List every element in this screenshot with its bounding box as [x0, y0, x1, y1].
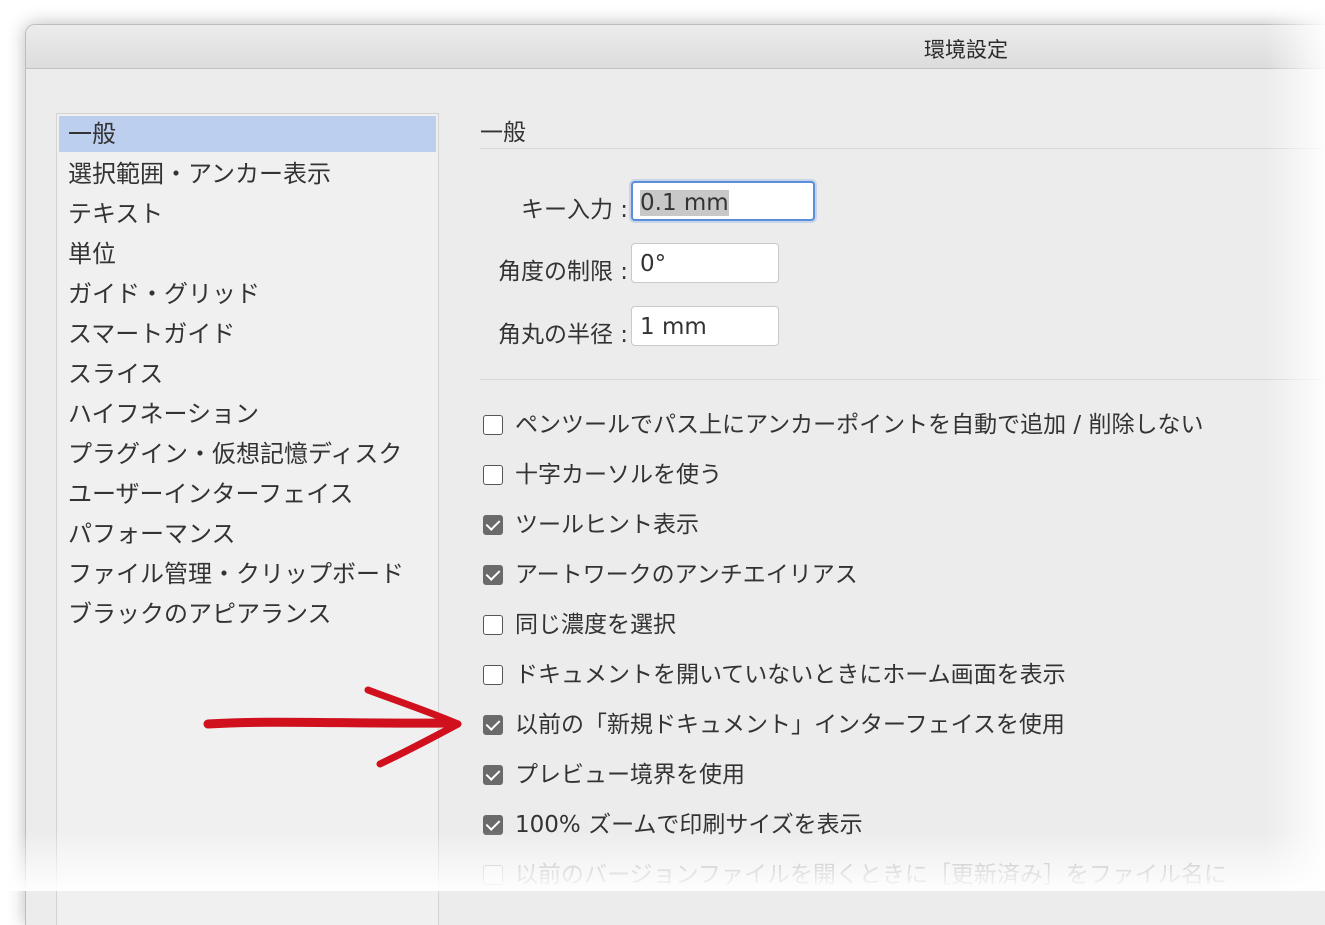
checkbox-label: 十字カーソルを使う [515, 462, 722, 488]
checkbox-label: アートワークのアンチエイリアス [515, 562, 858, 588]
checkbox-checked[interactable] [483, 815, 503, 835]
keyboard-increment-label: キー入力 : [520, 197, 628, 223]
sidebar-item-selection-anchor[interactable]: 選択範囲・アンカー表示 [57, 154, 438, 194]
constrain-angle-label: 角度の制限 : [497, 259, 628, 285]
sidebar-item-plugins-scratch-disks[interactable]: プラグイン・仮想記憶ディスク [57, 434, 438, 474]
sidebar-item-smart-guides[interactable]: スマートガイド [57, 314, 438, 354]
section-divider [480, 148, 1325, 149]
checkbox[interactable] [483, 415, 503, 435]
checkbox-checked[interactable] [483, 515, 503, 535]
red-annotation-arrow-icon [203, 686, 462, 768]
checkbox-label: ペンツールでパス上にアンカーポイントを自動で追加 / 削除しない [515, 412, 1204, 438]
preferences-window: 環境設定 一般 選択範囲・アンカー表示 テキスト 単位 ガイド・グリッド スマー… [25, 24, 1325, 925]
window-title: 環境設定 [924, 38, 1008, 62]
keyboard-increment-row: キー入力 : 0.1 mm [480, 181, 880, 223]
sidebar-item-performance[interactable]: パフォーマンス [57, 514, 438, 554]
preferences-category-list: 一般 選択範囲・アンカー表示 テキスト 単位 ガイド・グリッド スマートガイド … [56, 113, 439, 925]
checkbox-label: 以前のバージョンファイルを開くときに［更新済み］をファイル名に [515, 862, 1227, 888]
general-settings-panel: 一般 キー入力 : 0.1 mm 角度の制限 : 0° 角丸の半径 : 1 mm… [480, 113, 1325, 925]
sidebar-item-text[interactable]: テキスト [57, 194, 438, 234]
checkbox[interactable] [483, 465, 503, 485]
fields-divider [480, 379, 1325, 380]
checkbox-checked[interactable] [483, 765, 503, 785]
sidebar-item-hyphenation[interactable]: ハイフネーション [57, 394, 438, 434]
corner-radius-input[interactable]: 1 mm [631, 306, 779, 346]
checkbox-label: 以前の「新規ドキュメント」インターフェイスを使用 [515, 712, 1065, 738]
constrain-angle-input[interactable]: 0° [631, 243, 779, 283]
corner-radius-label: 角丸の半径 : [497, 322, 628, 348]
keyboard-increment-value: 0.1 mm [640, 190, 729, 216]
sidebar-item-units[interactable]: 単位 [57, 234, 438, 274]
title-bar: 環境設定 [26, 25, 1325, 69]
sidebar-item-black-appearance[interactable]: ブラックのアピアランス [57, 594, 438, 634]
checkbox[interactable] [483, 665, 503, 685]
checkbox-label: プレビュー境界を使用 [515, 762, 745, 788]
keyboard-increment-input[interactable]: 0.1 mm [631, 181, 815, 221]
checkbox-label: ツールヒント表示 [515, 512, 699, 538]
section-title: 一般 [480, 120, 526, 146]
sidebar-item-guides-grid[interactable]: ガイド・グリッド [57, 274, 438, 314]
sidebar-item-general[interactable]: 一般 [59, 116, 436, 152]
sidebar-item-slices[interactable]: スライス [57, 354, 438, 394]
sidebar-item-user-interface[interactable]: ユーザーインターフェイス [57, 474, 438, 514]
checkbox[interactable] [483, 615, 503, 635]
constrain-angle-row: 角度の制限 : 0° [480, 243, 880, 285]
checkbox-checked[interactable] [483, 565, 503, 585]
sidebar-item-file-handling-clipboard[interactable]: ファイル管理・クリップボード [57, 554, 438, 594]
checkbox[interactable] [483, 865, 503, 885]
checkbox-checked[interactable] [483, 715, 503, 735]
checkbox-label: 100% ズームで印刷サイズを表示 [515, 812, 863, 838]
corner-radius-row: 角丸の半径 : 1 mm [480, 306, 880, 348]
checkbox-label: ドキュメントを開いていないときにホーム画面を表示 [515, 662, 1066, 688]
checkbox-label: 同じ濃度を選択 [515, 612, 676, 638]
